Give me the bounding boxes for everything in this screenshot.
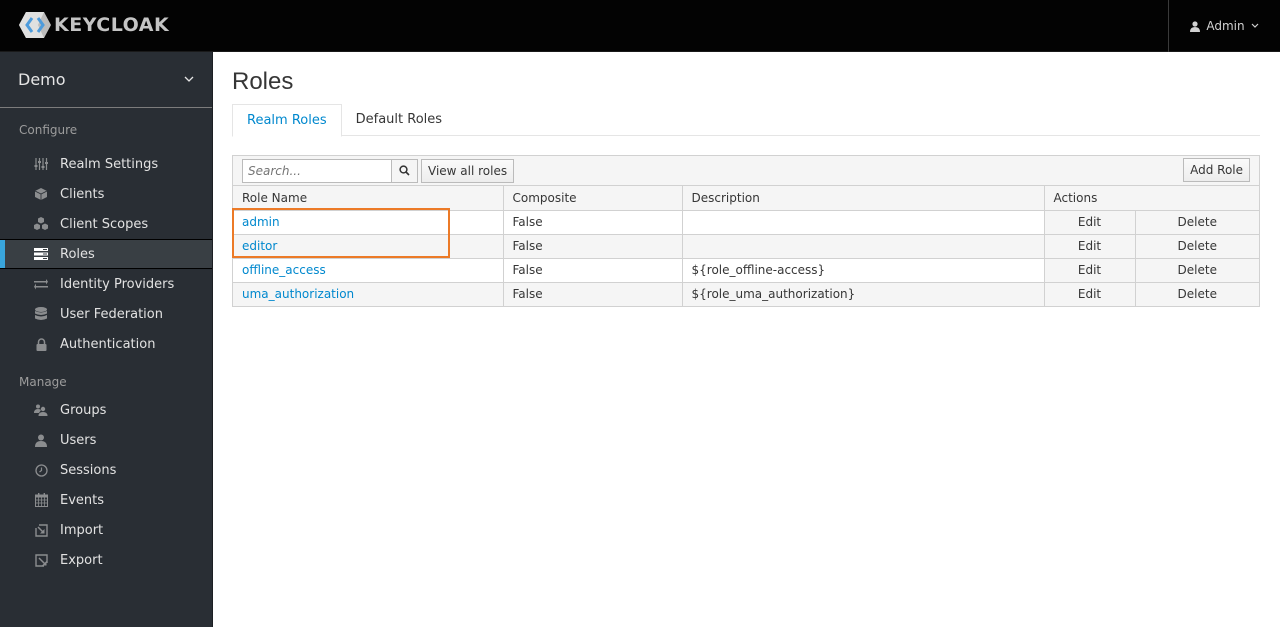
table-row: admin False Edit Delete: [233, 210, 1259, 235]
sidebar-item-label: Identity Providers: [60, 276, 175, 292]
database-icon: [33, 306, 49, 322]
users-icon: [33, 402, 49, 418]
calendar-icon: [33, 492, 49, 508]
tab-realm-roles[interactable]: Realm Roles: [232, 104, 342, 137]
export-icon: [33, 552, 49, 568]
chevron-down-icon: [1251, 23, 1259, 28]
user-icon: [1190, 20, 1201, 32]
sidebar-item-label: Users: [60, 432, 97, 448]
sidebar-item-import[interactable]: Import: [0, 515, 212, 545]
search-group: [242, 158, 418, 183]
sidebar-item-users[interactable]: Users: [0, 425, 212, 455]
sidebar-item-export[interactable]: Export: [0, 545, 212, 575]
sidebar-item-label: Groups: [60, 402, 107, 418]
table-row: offline_access False ${role_offline-access…: [233, 258, 1259, 283]
role-name-link[interactable]: admin: [242, 215, 280, 229]
column-header-composite: Composite: [503, 186, 683, 211]
roles-table: Role Name Composite Description Actions …: [233, 186, 1259, 306]
description-cell: ${role_offline-access}: [682, 258, 1045, 283]
composite-cell: False: [503, 282, 683, 306]
chevron-down-icon: [184, 76, 194, 82]
role-name-cell: offline_access: [233, 258, 504, 283]
main-content: Roles Realm Roles Default Roles View all…: [232, 52, 1260, 307]
table-row: editor False Edit Delete: [233, 234, 1259, 259]
roles-table-container: View all roles Add Role Role Name Compos…: [232, 155, 1260, 307]
tab-default-roles[interactable]: Default Roles: [342, 104, 456, 136]
roles-icon: [33, 246, 49, 262]
edit-button[interactable]: Edit: [1044, 282, 1136, 306]
sidebar-item-label: Sessions: [60, 462, 117, 478]
description-cell: ${role_uma_authorization}: [682, 282, 1045, 306]
sidebar-item-roles[interactable]: Roles: [0, 239, 212, 269]
role-name-link[interactable]: offline_access: [242, 263, 326, 277]
composite-cell: False: [503, 258, 683, 283]
cubes-icon: [33, 216, 49, 232]
sidebar-item-label: Import: [60, 522, 104, 538]
add-role-button[interactable]: Add Role: [1183, 158, 1250, 182]
description-cell: [682, 234, 1045, 259]
import-icon: [33, 522, 49, 538]
sidebar-item-groups[interactable]: Groups: [0, 395, 212, 425]
sidebar-item-identity-providers[interactable]: Identity Providers: [0, 269, 212, 299]
user-name: Admin: [1206, 19, 1245, 33]
exchange-icon: [33, 276, 49, 292]
sidebar-item-authentication[interactable]: Authentication: [0, 329, 212, 359]
edit-button[interactable]: Edit: [1044, 234, 1136, 259]
view-all-roles-button[interactable]: View all roles: [421, 158, 515, 183]
table-row: uma_authorization False ${role_uma_authori…: [233, 282, 1259, 306]
user-menu[interactable]: Admin: [1168, 0, 1280, 52]
clock-icon: [33, 462, 49, 478]
sidebar-item-clients[interactable]: Clients: [0, 179, 212, 209]
configure-section-title: Configure: [19, 123, 78, 137]
composite-cell: False: [503, 234, 683, 259]
delete-button[interactable]: Delete: [1135, 210, 1259, 235]
role-name-link[interactable]: editor: [242, 239, 277, 253]
sliders-icon: [33, 156, 49, 172]
tabs: Realm Roles Default Roles: [232, 104, 1260, 137]
realm-selector[interactable]: Demo: [0, 52, 212, 108]
cube-icon: [33, 186, 49, 202]
role-name-cell: editor: [233, 234, 504, 259]
column-header-description: Description: [682, 186, 1045, 211]
edit-button[interactable]: Edit: [1044, 210, 1136, 235]
sidebar-item-label: Clients: [60, 186, 105, 202]
sidebar: Demo Configure Realm Settings Clients Clie…: [0, 52, 213, 627]
user-icon: [33, 432, 49, 448]
delete-button[interactable]: Delete: [1135, 258, 1259, 283]
sidebar-item-realm-settings[interactable]: Realm Settings: [0, 149, 212, 179]
delete-button[interactable]: Delete: [1135, 234, 1259, 259]
role-name-cell: uma_authorization: [233, 282, 504, 306]
sidebar-item-sessions[interactable]: Sessions: [0, 455, 212, 485]
top-navbar: KEYCLOAK Admin: [0, 0, 1280, 52]
column-header-role-name: Role Name: [233, 186, 504, 211]
sidebar-item-label: User Federation: [60, 306, 163, 322]
description-cell: [682, 210, 1045, 235]
search-button[interactable]: [392, 158, 418, 183]
sidebar-item-user-federation[interactable]: User Federation: [0, 299, 212, 329]
lock-icon: [33, 336, 49, 352]
role-name-link[interactable]: uma_authorization: [242, 287, 354, 301]
sidebar-item-label: Events: [60, 492, 105, 508]
sidebar-item-label: Client Scopes: [60, 216, 149, 232]
sidebar-item-label: Roles: [60, 246, 95, 262]
delete-button[interactable]: Delete: [1135, 282, 1259, 306]
sidebar-item-label: Export: [60, 552, 103, 568]
keycloak-logo[interactable]: KEYCLOAK: [18, 10, 169, 40]
keycloak-logo-icon: [19, 12, 51, 38]
edit-button[interactable]: Edit: [1044, 258, 1136, 283]
sidebar-item-client-scopes[interactable]: Client Scopes: [0, 209, 212, 239]
search-input[interactable]: [242, 158, 392, 183]
sidebar-item-events[interactable]: Events: [0, 485, 212, 515]
sidebar-item-label: Realm Settings: [60, 156, 159, 172]
table-toolbar: View all roles Add Role: [233, 156, 1259, 186]
logo-text: KEYCLOAK: [54, 14, 170, 36]
composite-cell: False: [503, 210, 683, 235]
column-header-actions: Actions: [1044, 186, 1259, 211]
manage-section-title: Manage: [19, 375, 67, 389]
sidebar-item-label: Authentication: [60, 336, 156, 352]
realm-name: Demo: [18, 70, 66, 89]
page-title: Roles: [232, 68, 294, 95]
search-icon: [399, 165, 410, 176]
role-name-cell: admin: [233, 210, 504, 235]
